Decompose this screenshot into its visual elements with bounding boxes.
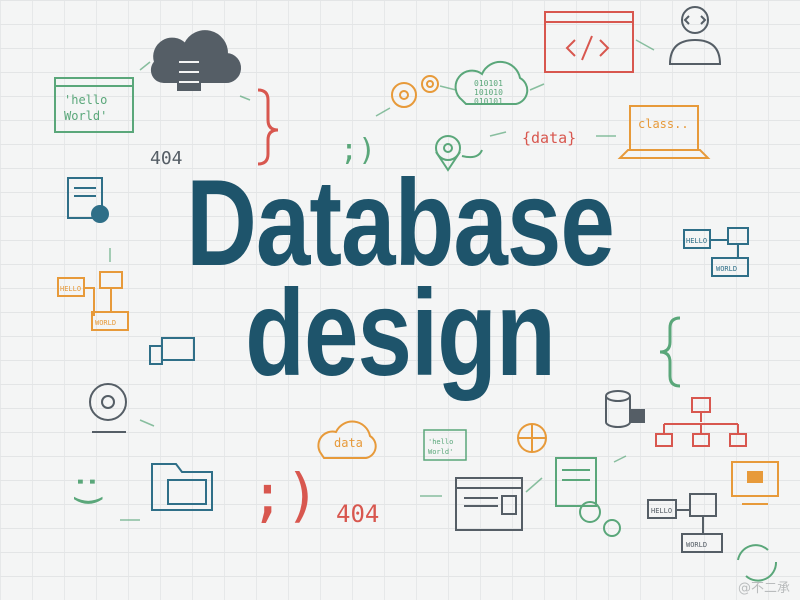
database-lock-icon [605,390,645,428]
data-cloud-text: data [334,436,363,450]
error-404-bottom-text: 404 [336,500,379,528]
binary-line-2: 101010 [474,88,503,97]
hello-world-bottom-line2: World' [428,448,453,456]
class-text: class.. [638,117,689,131]
lock-screen-icon [731,461,779,505]
hello-world-window-bottom-icon: 'hello World' [423,429,467,461]
browser-window-icon [455,477,523,531]
hello-world-bottom-line1: 'hello [428,438,453,446]
folder-icon [151,463,213,511]
data-cloud-icon: data [317,420,377,459]
world-bottom-right-label: WORLD [686,541,707,549]
binary-cloud-icon: 010101 101010 010101 [454,60,529,106]
data-braces-top-text: {data} [522,129,576,147]
gears-icon [391,75,439,108]
hello-world-top-line1: 'hello [64,93,107,107]
illustration-scene: 'hello World' 404 010101 101010 010101 c… [0,0,800,600]
hello-world-top-line2: World' [64,109,107,123]
wink-big-text: ;) [250,461,320,529]
binary-line-1: 010101 [474,79,503,88]
cloud-database-icon [150,30,242,91]
laptop-class-icon: class.. [617,105,711,159]
hello-world-window-top-icon: 'hello World' [54,77,134,133]
smiley-left-text: :) [70,472,108,511]
headline-line-2: design [245,263,556,402]
programmer-icon [668,6,722,65]
globe-icon [517,423,547,453]
document-gear-bottom-icon [555,457,621,537]
watermark-text: @不二承 [737,581,790,596]
sync-icon [737,544,778,582]
hello-bottom-right-label: HELLO [651,507,672,515]
hierarchy-icon [655,397,747,447]
code-browser-icon [544,11,634,73]
binary-line-3: 010101 [474,97,503,106]
hello-world-network-bottom-icon: HELLO WORLD [647,493,723,553]
